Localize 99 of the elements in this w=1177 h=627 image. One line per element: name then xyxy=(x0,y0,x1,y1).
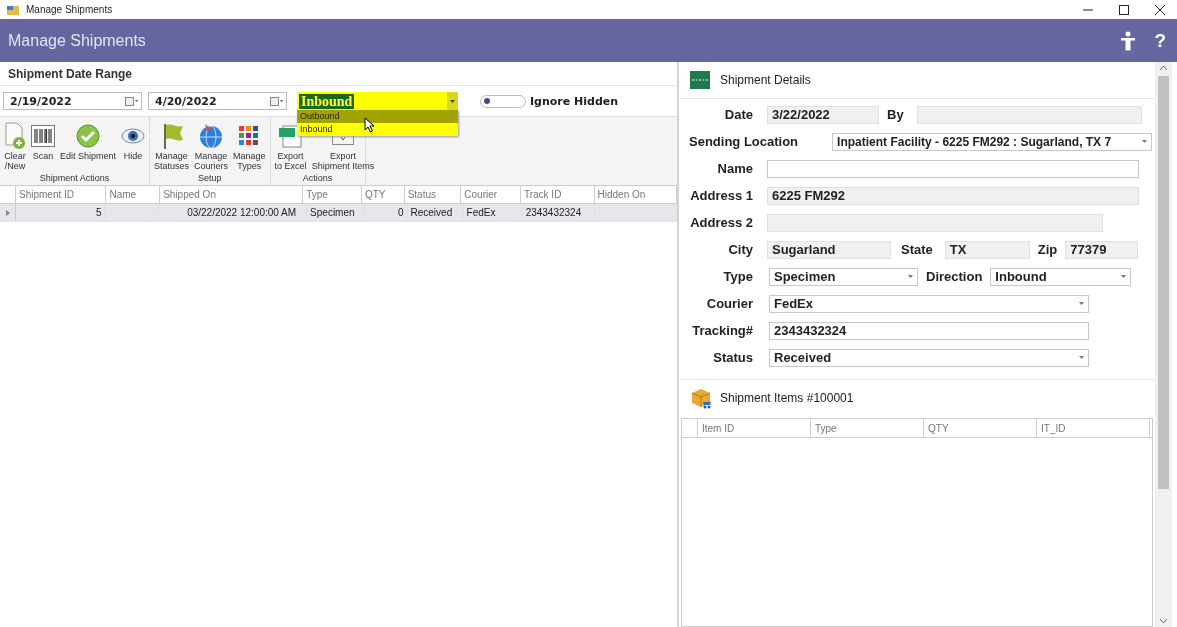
field-label: Zip xyxy=(1037,242,1058,257)
tiles-icon xyxy=(239,126,260,146)
field-label: Status xyxy=(712,350,753,365)
input-field[interactable]: 3/22/2022 xyxy=(767,105,879,124)
ribbon-button[interactable]: Manage Couriers xyxy=(194,151,229,171)
dropdown-field[interactable]: Inpatient Facility - 6225 FM292 : Sugarland, TX 7 xyxy=(832,132,1153,151)
toggle-switch[interactable] xyxy=(480,94,526,108)
ribbon-button[interactable]: Clear /New xyxy=(4,151,26,171)
field-label: Courier xyxy=(705,296,753,311)
input-field[interactable]: 77379 xyxy=(1065,240,1139,259)
field-label: Type xyxy=(722,269,753,284)
field-label: By xyxy=(887,107,904,122)
ribbon-button[interactable]: Edit Shipment xyxy=(60,151,117,161)
scrollbar-thumb[interactable] xyxy=(1158,76,1169,489)
column-header[interactable]: IT_ID xyxy=(1037,419,1150,437)
column-header[interactable]: Status xyxy=(404,186,462,203)
scrollbar[interactable] xyxy=(1155,62,1172,627)
panel-icon xyxy=(690,71,710,89)
column-header[interactable]: QTY xyxy=(361,186,405,203)
dropdown-arrow-icon xyxy=(1079,356,1084,359)
help-button[interactable]: ? xyxy=(1151,29,1169,52)
ribbon-button[interactable]: Manage Types xyxy=(233,151,266,171)
column-header[interactable]: Courier xyxy=(461,186,521,203)
column-header[interactable]: Type xyxy=(303,186,362,203)
dropdown-arrow-icon xyxy=(1142,140,1148,143)
column-header[interactable]: QTY xyxy=(924,419,1037,437)
ribbon-button[interactable]: Export to Excel xyxy=(274,151,307,171)
toggle-label: Ignore Hidden xyxy=(530,94,619,108)
table-cell: 03/22/2022 12:00:00 AM xyxy=(187,207,297,218)
checkmark-icon xyxy=(76,124,100,148)
date-field[interactable]: 4/20/2022 xyxy=(148,92,287,110)
dropdown-arrow-icon xyxy=(1121,275,1127,278)
panel-title: Shipment Items #100001 xyxy=(720,391,854,405)
column-header[interactable]: Shipment ID xyxy=(16,186,107,203)
direction-dropdown[interactable]: Inbound xyxy=(297,92,458,110)
field-label: Name xyxy=(716,161,753,176)
input-field[interactable]: Sugarland xyxy=(767,240,891,259)
scroll-down-icon xyxy=(1160,619,1167,623)
input-field[interactable]: 2343432324 xyxy=(769,321,1089,340)
dropdown-option[interactable]: Inbound xyxy=(297,123,458,136)
column-header[interactable]: Name xyxy=(106,186,161,203)
field-label: Address 1 xyxy=(689,188,753,203)
calendar-icon xyxy=(125,96,138,106)
panel-title: Shipment Details xyxy=(720,73,811,87)
field-label: Direction xyxy=(926,269,983,284)
window-icon xyxy=(6,3,20,16)
section-label: Shipment Date Range xyxy=(8,66,133,81)
group-label: Setup xyxy=(197,173,223,185)
table-cell: 5 xyxy=(95,207,102,218)
calendar-icon xyxy=(270,96,283,106)
table-row[interactable]: 5 03/22/2022 12:00:00 AM Specimen 0 Received FedEx 2343432324 xyxy=(0,204,677,222)
column-header[interactable]: Type xyxy=(811,419,924,437)
column-header[interactable]: Hidden On xyxy=(594,186,677,203)
eye-icon xyxy=(121,128,146,144)
maximize-icon xyxy=(1119,4,1129,15)
dropdown-field[interactable]: Received xyxy=(769,348,1089,367)
field-label: Address 2 xyxy=(689,215,753,230)
box-cart-icon xyxy=(690,387,712,409)
table-cell: Specimen xyxy=(310,207,355,218)
column-header[interactable]: Track ID xyxy=(520,186,595,203)
field-label: Sending Location xyxy=(689,134,799,149)
group-label: Shipment Actions xyxy=(38,173,111,185)
scroll-up-icon xyxy=(1160,66,1167,70)
dropdown-field[interactable]: FedEx xyxy=(769,294,1089,313)
ribbon-button[interactable]: Hide xyxy=(123,151,143,161)
group-label: Actions xyxy=(301,173,334,185)
barcode-icon xyxy=(31,125,55,147)
field-label: State xyxy=(901,242,933,257)
input-field[interactable]: 6225 FM292 xyxy=(767,186,1139,205)
input-field[interactable] xyxy=(767,213,1103,232)
close-icon xyxy=(1155,4,1165,15)
window-title: Manage Shipments xyxy=(26,4,113,15)
table-cell: FedEx xyxy=(466,207,496,218)
table-cell: 0 xyxy=(397,207,404,218)
field-label: City xyxy=(727,242,753,257)
table-cell: Received xyxy=(410,207,453,218)
column-header[interactable]: Item ID xyxy=(698,419,811,437)
row-pointer-icon xyxy=(5,209,10,216)
ribbon-button[interactable]: Manage Statuses xyxy=(154,151,190,171)
table-cell: 2343432324 xyxy=(525,207,582,218)
globe-icon xyxy=(199,123,224,149)
input-field[interactable] xyxy=(767,159,1139,178)
dropdown-option[interactable]: Outbound xyxy=(297,110,458,123)
column-header[interactable]: Shipped On xyxy=(160,186,304,203)
app-title: Manage Shipments xyxy=(8,31,146,50)
field-label: Tracking# xyxy=(691,323,753,338)
field-label: Date xyxy=(723,107,753,122)
dropdown-arrow-icon xyxy=(1079,302,1084,305)
accessibility-icon xyxy=(1119,30,1138,51)
ribbon-button[interactable]: Export Shipment Items xyxy=(311,151,375,171)
input-field[interactable]: TX xyxy=(944,240,1030,259)
document-add-icon xyxy=(4,122,26,150)
dropdown-field[interactable]: Specimen xyxy=(769,267,918,286)
cursor-icon xyxy=(364,117,376,133)
input-field[interactable] xyxy=(916,105,1142,124)
ribbon-button[interactable]: Scan xyxy=(32,151,54,161)
dropdown-field[interactable]: Inbound xyxy=(990,267,1132,286)
date-field[interactable]: 2/19/2022 xyxy=(3,92,142,110)
dropdown-arrow-icon xyxy=(908,275,913,278)
